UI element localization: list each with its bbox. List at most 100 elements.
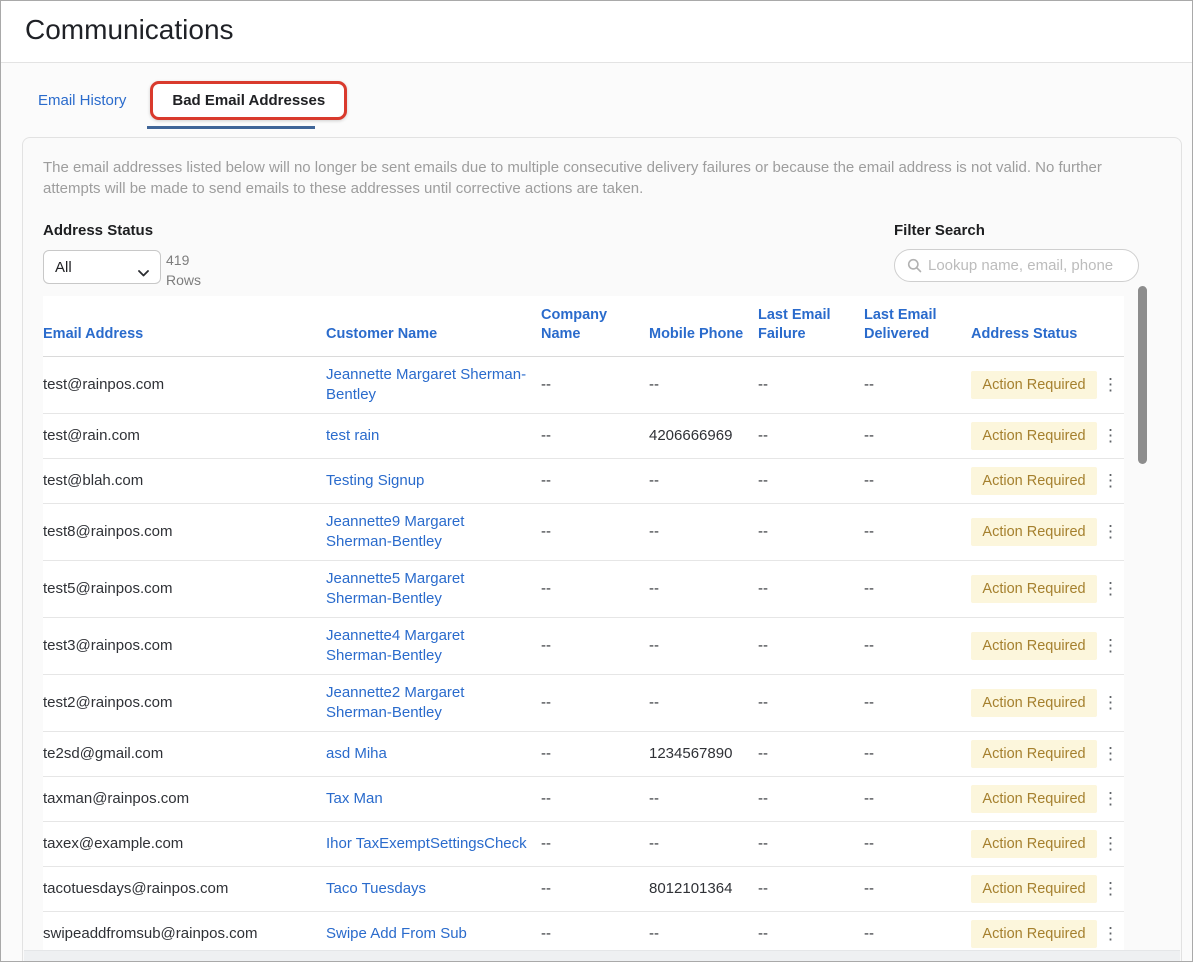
kebab-menu-icon[interactable]: ⋮ [1098,522,1123,542]
controls-row: Address Status All 419 Rows [43,222,1139,290]
last-email-failure-cell: -- [758,414,864,459]
status-badge: Action Required [971,830,1097,858]
last-email-failure-cell: -- [758,777,864,822]
customer-name-link[interactable]: Ihor TaxExemptSettingsCheck [326,835,527,852]
bad-email-addresses-table: Email Address Customer Name Company Name… [43,296,1124,961]
kebab-menu-icon[interactable]: ⋮ [1098,924,1123,944]
content-area: Email History Bad Email Addresses The em… [1,63,1192,961]
row-actions-cell: ⋮ [1098,732,1124,777]
kebab-menu-icon[interactable]: ⋮ [1098,879,1123,899]
customer-name-link[interactable]: Jeannette9 Margaret Sherman-Bentley [326,513,464,550]
kebab-menu-icon[interactable]: ⋮ [1098,579,1123,599]
table-row: test@rainpos.com Jeannette Margaret Sher… [43,357,1124,414]
customer-name-cell: Taco Tuesdays [326,867,541,912]
address-status-cell: Action Required [971,414,1098,459]
kebab-menu-icon[interactable]: ⋮ [1098,471,1123,491]
kebab-menu-icon[interactable]: ⋮ [1098,744,1123,764]
row-actions-cell: ⋮ [1098,822,1124,867]
mobile-phone-cell: -- [649,777,758,822]
company-name-cell: -- [541,504,649,561]
table-row: test@rain.com test rain -- 4206666969 --… [43,414,1124,459]
column-header-last-email-delivered: Last Email Delivered [864,296,971,357]
kebab-menu-icon[interactable]: ⋮ [1098,426,1123,446]
filter-search-label: Filter Search [894,222,1139,239]
customer-name-cell: Jeannette9 Margaret Sherman-Bentley [326,504,541,561]
row-actions-cell: ⋮ [1098,777,1124,822]
mobile-phone-cell: -- [649,675,758,732]
filter-search-box [894,249,1139,282]
status-badge: Action Required [971,575,1097,603]
kebab-menu-icon[interactable]: ⋮ [1098,375,1123,395]
last-email-delivered-cell: -- [864,561,971,618]
table-row: tacotuesdays@rainpos.com Taco Tuesdays -… [43,867,1124,912]
status-badge: Action Required [971,740,1097,768]
email-address-cell: taxex@example.com [43,822,326,867]
page-header: Communications [1,1,1192,63]
tab-email-history[interactable]: Email History [38,92,126,109]
email-address-cell: test@blah.com [43,459,326,504]
last-email-delivered-cell: -- [864,357,971,414]
last-email-failure-cell: -- [758,675,864,732]
customer-name-link[interactable]: Taco Tuesdays [326,880,426,897]
customer-name-cell: asd Miha [326,732,541,777]
table-row: test@blah.com Testing Signup -- -- -- --… [43,459,1124,504]
address-status-cell: Action Required [971,357,1098,414]
table-row: te2sd@gmail.com asd Miha -- 1234567890 -… [43,732,1124,777]
row-count-unit: Rows [166,270,201,290]
customer-name-link[interactable]: Jeannette4 Margaret Sherman-Bentley [326,627,464,664]
table-body: test@rainpos.com Jeannette Margaret Sher… [43,357,1124,962]
status-badge: Action Required [971,632,1097,660]
mobile-phone-cell: 1234567890 [649,732,758,777]
address-status-cell: Action Required [971,561,1098,618]
vertical-scrollbar-thumb[interactable] [1138,286,1147,464]
last-email-failure-cell: -- [758,732,864,777]
last-email-failure-cell: -- [758,867,864,912]
email-address-cell: test3@rainpos.com [43,618,326,675]
address-status-selected-value: All [55,259,72,276]
last-email-failure-cell: -- [758,618,864,675]
address-status-select[interactable]: All [43,250,161,284]
address-status-cell: Action Required [971,822,1098,867]
kebab-menu-icon[interactable]: ⋮ [1098,636,1123,656]
company-name-cell: -- [541,459,649,504]
kebab-menu-icon[interactable]: ⋮ [1098,834,1123,854]
last-email-delivered-cell: -- [864,618,971,675]
email-address-cell: test@rain.com [43,414,326,459]
address-status-block: Address Status All 419 Rows [43,222,201,290]
company-name-cell: -- [541,732,649,777]
kebab-menu-icon[interactable]: ⋮ [1098,789,1123,809]
bad-email-addresses-panel: The email addresses listed below will no… [22,137,1182,961]
mobile-phone-cell: 8012101364 [649,867,758,912]
row-actions-cell: ⋮ [1098,504,1124,561]
customer-name-link[interactable]: asd Miha [326,745,387,762]
status-badge: Action Required [971,371,1097,399]
row-count-value: 419 [166,250,201,270]
table-header-row: Email Address Customer Name Company Name… [43,296,1124,357]
company-name-cell: -- [541,357,649,414]
last-email-failure-cell: -- [758,822,864,867]
table-row: taxex@example.com Ihor TaxExemptSettings… [43,822,1124,867]
panel-description: The email addresses listed below will no… [43,157,1128,199]
chevron-down-icon [138,264,149,271]
row-actions-cell: ⋮ [1098,867,1124,912]
email-address-cell: test5@rainpos.com [43,561,326,618]
company-name-cell: -- [541,414,649,459]
customer-name-link[interactable]: Swipe Add From Sub [326,925,467,942]
customer-name-link[interactable]: Tax Man [326,790,383,807]
status-badge: Action Required [971,422,1097,450]
customer-name-link[interactable]: Jeannette Margaret Sherman-Bentley [326,366,526,403]
company-name-cell: -- [541,675,649,732]
horizontal-scrollbar-track[interactable] [24,950,1180,961]
tab-bad-email-addresses[interactable]: Bad Email Addresses [150,81,347,120]
customer-name-cell: Testing Signup [326,459,541,504]
customer-name-link[interactable]: test rain [326,427,379,444]
customer-name-link[interactable]: Testing Signup [326,472,424,489]
customer-name-link[interactable]: Jeannette5 Margaret Sherman-Bentley [326,570,464,607]
row-count: 419 Rows [166,250,201,290]
email-address-cell: te2sd@gmail.com [43,732,326,777]
row-actions-cell: ⋮ [1098,414,1124,459]
kebab-menu-icon[interactable]: ⋮ [1098,693,1123,713]
table-row: test3@rainpos.com Jeannette4 Margaret Sh… [43,618,1124,675]
customer-name-link[interactable]: Jeannette2 Margaret Sherman-Bentley [326,684,464,721]
filter-search-input[interactable] [928,257,1127,274]
